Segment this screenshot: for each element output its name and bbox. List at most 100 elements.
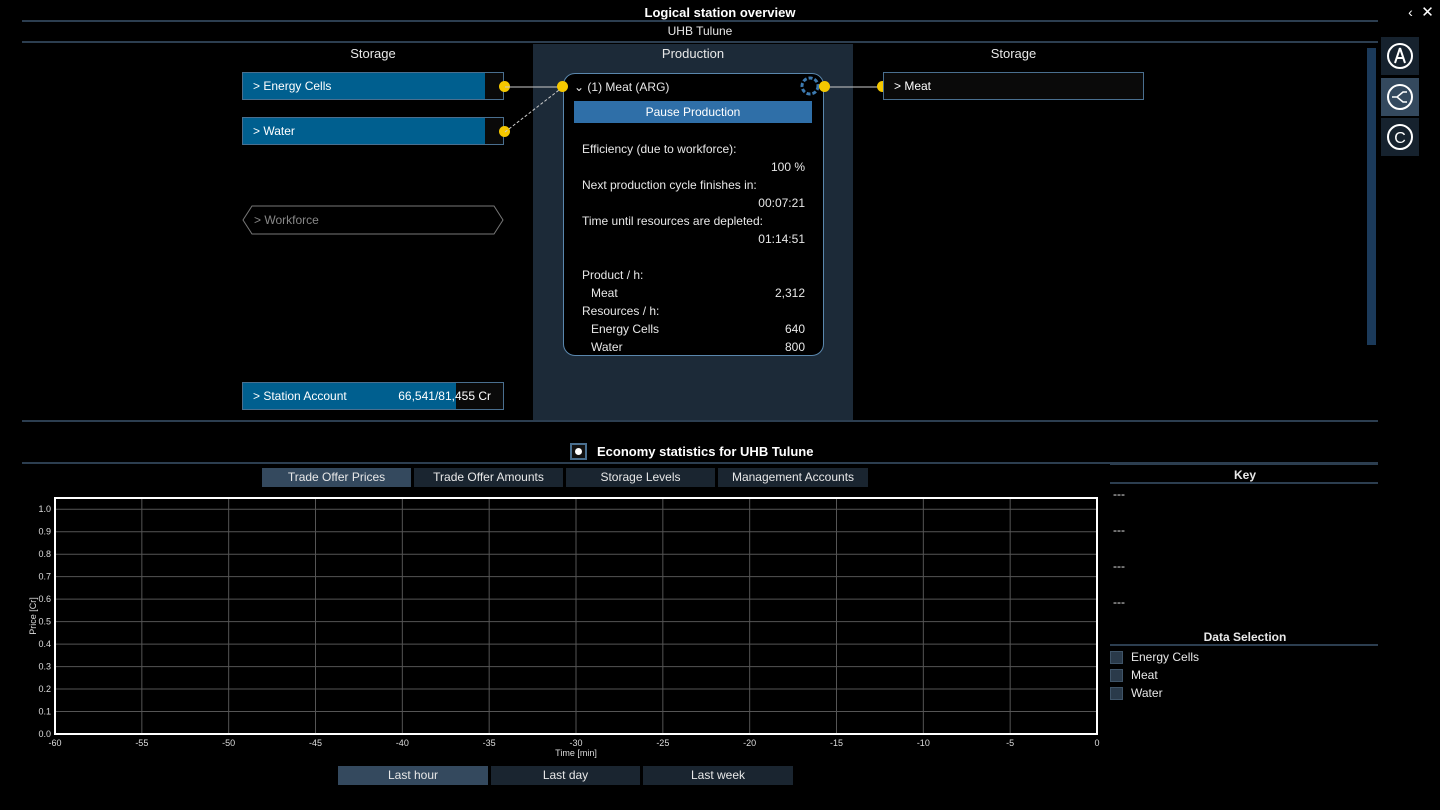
range-last-week[interactable]: Last week	[643, 766, 793, 785]
production-module: ⌄ (1) Meat (ARG) Pause Production Effici…	[563, 73, 824, 356]
y-axis-label: Price [Cr]	[28, 597, 38, 635]
x-tick-label: 0	[1094, 738, 1099, 748]
key-entry: ---	[1113, 523, 1125, 537]
deplete-value: 01:14:51	[758, 232, 805, 246]
product-value: 2,312	[774, 286, 805, 300]
cycle-value: 00:07:21	[758, 196, 805, 210]
x-tick-label: -40	[396, 738, 409, 748]
x-tick-label: -45	[309, 738, 322, 748]
divider	[1110, 482, 1378, 484]
data-selection-title: Data Selection	[1203, 630, 1287, 644]
ware-meat[interactable]: > Meat	[883, 72, 1144, 100]
x-axis-label: Time [min]	[555, 748, 597, 758]
gear-icon[interactable]	[799, 75, 821, 97]
tab-management-accounts[interactable]: Management Accounts	[718, 468, 868, 487]
pause-production-button[interactable]: Pause Production	[574, 101, 812, 123]
ware-water[interactable]: > Water	[242, 117, 504, 145]
connector-dot	[819, 81, 830, 92]
credits-icon: C	[1387, 124, 1413, 150]
checkbox-label: Energy Cells	[1131, 650, 1200, 664]
deplete-label: Time until resources are depleted:	[582, 214, 763, 228]
tab-trade-offer-amounts[interactable]: Trade Offer Amounts	[414, 468, 563, 487]
x-tick-label: -20	[743, 738, 756, 748]
scrollbar[interactable]	[1367, 48, 1376, 345]
economy-toggle[interactable]	[570, 443, 587, 460]
credits-button[interactable]: C	[1381, 118, 1419, 156]
x-tick-label: -30	[569, 738, 582, 748]
select-meat[interactable]: Meat	[1110, 668, 1158, 682]
back-button[interactable]: ‹	[1403, 4, 1418, 20]
y-tick-label: 0.5	[38, 617, 51, 627]
resource-name: Energy Cells	[591, 322, 660, 336]
efficiency-label: Efficiency (due to workforce):	[582, 142, 737, 156]
tab-trade-offer-prices[interactable]: Trade Offer Prices	[262, 468, 411, 487]
chevron-down-icon: ⌄	[574, 80, 585, 94]
y-tick-label: 1.0	[38, 504, 51, 514]
divider	[22, 20, 1378, 22]
logical-overview-button[interactable]	[1381, 78, 1419, 116]
station-account[interactable]: > Station Account 66,541/81,455 Cr	[242, 382, 504, 410]
select-water[interactable]: Water	[1110, 686, 1163, 700]
checkbox-label: Water	[1131, 686, 1163, 700]
y-tick-label: 0.0	[38, 729, 51, 739]
storage-left-header: Storage	[350, 46, 396, 61]
account-value: 66,541/81,455 Cr	[398, 389, 491, 403]
select-energy-cells[interactable]: Energy Cells	[1110, 650, 1199, 664]
architect-button[interactable]	[1381, 37, 1419, 75]
key-title: Key	[1233, 468, 1256, 482]
production-expand[interactable]: ⌄ (1) Meat (ARG)	[574, 80, 805, 94]
divider	[22, 420, 1378, 422]
x-tick-label: -15	[830, 738, 843, 748]
checkbox[interactable]	[1110, 668, 1123, 682]
product-label: Product / h:	[582, 268, 644, 282]
tab-storage-levels[interactable]: Storage Levels	[566, 468, 715, 487]
compass-icon	[1387, 43, 1413, 69]
key-entry: ---	[1113, 559, 1125, 573]
y-tick-label: 0.6	[38, 594, 51, 604]
economy-title: Economy statistics for UHB Tulune	[597, 444, 814, 459]
branch-icon	[1387, 84, 1413, 110]
key-entry: ---	[1113, 595, 1125, 609]
production-title: (1) Meat (ARG)	[587, 80, 670, 94]
y-tick-label: 0.1	[38, 707, 51, 717]
storage-right-header: Storage	[990, 46, 1037, 61]
range-last-hour[interactable]: Last hour	[338, 766, 488, 785]
resource-value: 800	[784, 340, 805, 354]
workforce-label: > Workforce	[254, 213, 319, 227]
x-tick-label: -55	[135, 738, 148, 748]
x-tick-label: -60	[48, 738, 61, 748]
product-row: Meat 2,312	[582, 286, 805, 300]
product-name: Meat	[591, 286, 618, 300]
window-title: Logical station overview	[644, 5, 796, 20]
resource-row: Water 800	[582, 340, 805, 354]
ware-energy-cells[interactable]: > Energy Cells	[242, 72, 504, 100]
y-tick-label: 0.8	[38, 549, 51, 559]
y-tick-label: 0.7	[38, 572, 51, 582]
account-label: > Station Account	[253, 389, 347, 403]
resource-row: Energy Cells 640	[582, 322, 805, 336]
x-tick-label: -5	[1006, 738, 1014, 748]
station-name: UHB Tulune	[667, 24, 733, 38]
efficiency-value: 100 %	[770, 160, 805, 174]
checkbox[interactable]	[1110, 650, 1123, 664]
key-entry: ---	[1113, 487, 1125, 501]
divider	[1110, 644, 1378, 646]
close-button[interactable]: ✕	[1420, 3, 1435, 21]
resources-label: Resources / h:	[582, 304, 660, 318]
y-tick-label: 0.4	[38, 639, 51, 649]
connector-dot	[557, 81, 568, 92]
x-tick-label: -35	[483, 738, 496, 748]
production-header: Production	[661, 46, 725, 61]
checkbox-label: Meat	[1131, 668, 1158, 682]
y-tick-label: 0.9	[38, 527, 51, 537]
x-tick-label: -25	[656, 738, 669, 748]
range-last-day[interactable]: Last day	[491, 766, 640, 785]
resource-name: Water	[591, 340, 623, 354]
resource-value: 640	[784, 322, 805, 336]
y-tick-label: 0.2	[38, 684, 51, 694]
divider	[22, 41, 1378, 43]
checkbox[interactable]	[1110, 686, 1123, 700]
cycle-label: Next production cycle finishes in:	[582, 178, 757, 192]
price-chart: -60 -55 -50 -45 -40 -35 -30 -25 -20 -15 -10 -5 00.00…	[28, 497, 1100, 758]
svg-text:C: C	[1394, 130, 1406, 147]
